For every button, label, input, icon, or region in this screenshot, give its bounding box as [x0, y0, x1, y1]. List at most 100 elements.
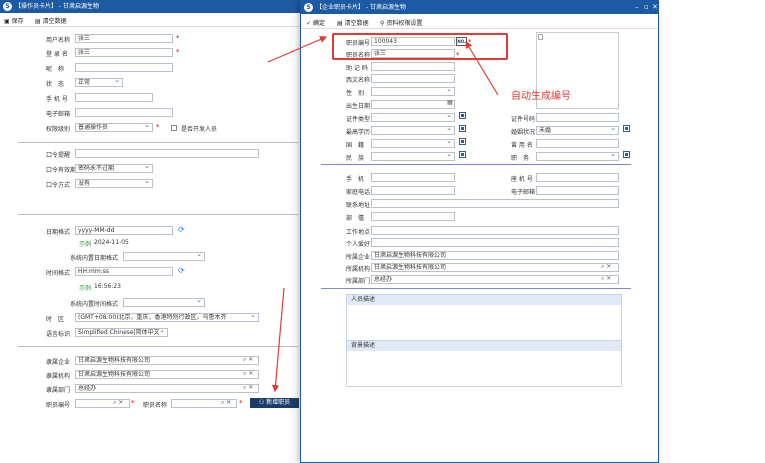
- timezone-label: 时 区: [46, 316, 65, 323]
- dev-checkbox[interactable]: [171, 125, 177, 131]
- perm-label: 权限级别: [46, 126, 71, 133]
- dept2-field[interactable]: [371, 212, 455, 221]
- usedname-field[interactable]: [536, 139, 619, 148]
- nickname-field[interactable]: [75, 63, 173, 72]
- idtype-select[interactable]: [371, 113, 455, 122]
- clear-icon: ▤: [337, 20, 343, 27]
- org-field[interactable]: 甘肃启源生物科技有限公司: [75, 370, 259, 379]
- broken-image-icon: [538, 34, 543, 40]
- date-format-field[interactable]: yyyy-MM-dd: [75, 226, 173, 235]
- new-employee-button[interactable]: ⚇ 新增职员: [250, 398, 299, 408]
- phone-field[interactable]: [75, 93, 153, 102]
- address-label: 联系地址: [346, 202, 371, 209]
- employee-dialog: S 【企业职员卡片】 - 甘肃启源生物 – ▫ ✕ ✓ 确定 ▤ 清空数据 ⚲ …: [300, 0, 659, 463]
- perm-settings-button[interactable]: ⚲ 资料权限设置: [380, 18, 422, 27]
- sys-date-select[interactable]: [123, 252, 205, 261]
- expand-icon[interactable]: [623, 125, 630, 132]
- landline-label: 座 机 号: [511, 176, 533, 183]
- email-label: 电子邮箱: [46, 111, 71, 118]
- timezone-select[interactable]: (GMT+08:00)北京，重庆，香港特别行政区，乌鲁木齐: [75, 313, 259, 322]
- email-label: 电子邮箱: [511, 189, 536, 196]
- gender-select[interactable]: [371, 87, 455, 96]
- search-icon[interactable]: ⌕ ✕: [243, 384, 253, 392]
- time-format-field[interactable]: HH:mm:ss: [75, 267, 173, 276]
- clear-data-button[interactable]: ▤ 清空数据: [35, 16, 67, 25]
- status-select[interactable]: 正常: [75, 78, 123, 87]
- mnemonic-field[interactable]: [371, 62, 455, 71]
- dept-field[interactable]: 总经办: [371, 275, 619, 284]
- required-mark: *: [131, 399, 135, 407]
- west-name-field[interactable]: [371, 74, 455, 83]
- edu-select[interactable]: [371, 126, 455, 135]
- nation-select[interactable]: [371, 139, 455, 148]
- phone-label: 手 机 号: [46, 96, 68, 103]
- refresh-icon[interactable]: ⟳: [178, 266, 185, 275]
- address-field[interactable]: [371, 199, 619, 208]
- post-label: 职 务: [511, 155, 530, 162]
- bg-header: 背景描述: [347, 341, 621, 351]
- pwd-valid-select[interactable]: 密码永不过期: [75, 164, 153, 173]
- workplace-field[interactable]: [371, 226, 619, 235]
- calendar-icon[interactable]: ▦: [447, 99, 453, 106]
- clear-icon: ▤: [35, 18, 41, 25]
- expand-icon[interactable]: [459, 138, 466, 145]
- refresh-icon[interactable]: ⟳: [178, 225, 185, 234]
- expand-icon[interactable]: [623, 151, 630, 158]
- language-select[interactable]: Simplified Chinese|简体中文: [75, 328, 168, 337]
- time-format-label: 时间格式: [46, 270, 71, 277]
- search-icon[interactable]: ⌕ ✕: [243, 370, 253, 378]
- idno-field[interactable]: [536, 113, 619, 122]
- sys-date-label: 系统内置日期格式: [70, 255, 119, 262]
- ethnic-select[interactable]: [371, 152, 455, 161]
- empno-label: 职员编号: [46, 402, 71, 409]
- clear-data-button[interactable]: ▤ 清空数据: [337, 18, 369, 27]
- ent-field[interactable]: 甘肃启源生物科技有限公司: [371, 251, 619, 260]
- username-field[interactable]: 张三: [75, 34, 173, 43]
- sys-time-label: 系统内置时间格式: [70, 301, 119, 308]
- org-field[interactable]: 甘肃启源生物科技有限公司: [371, 263, 619, 272]
- nickname-label: 昵 称: [46, 66, 65, 73]
- desc-textarea[interactable]: [347, 305, 621, 341]
- expand-icon[interactable]: [459, 125, 466, 132]
- landline-field[interactable]: [536, 173, 619, 182]
- expand-icon[interactable]: [459, 112, 466, 119]
- check-icon: ✓: [306, 20, 312, 27]
- perm-select[interactable]: 普通操作员: [75, 123, 153, 132]
- bg-textarea[interactable]: [347, 351, 621, 386]
- dialog-title: 【企业职员卡片】 - 甘肃启源生物: [316, 4, 406, 11]
- pwd-mode-select[interactable]: 没有: [75, 179, 153, 188]
- search-icon[interactable]: ⌕ ✕: [601, 275, 611, 283]
- mobile-label: 手 机: [346, 176, 365, 183]
- minimize-icon[interactable]: –: [635, 1, 639, 14]
- user-search-icon: ⚲: [380, 20, 385, 27]
- save-button[interactable]: ▣ 保存: [4, 16, 24, 25]
- birthday-field[interactable]: [371, 100, 455, 109]
- email-field[interactable]: [75, 108, 173, 117]
- add-user-icon: ⚇: [258, 399, 265, 406]
- username-label: 用户名称: [46, 37, 71, 44]
- login-field[interactable]: 张三: [75, 48, 173, 57]
- mobile-field[interactable]: [371, 173, 455, 182]
- marital-select[interactable]: 未婚: [536, 126, 619, 135]
- search-icon[interactable]: ⌕ ✕: [221, 399, 231, 407]
- annotation-text: 自动生成编号: [511, 91, 571, 102]
- sys-time-select[interactable]: [123, 298, 205, 307]
- confirm-button[interactable]: ✓ 确定: [306, 18, 325, 27]
- expand-icon[interactable]: [459, 151, 466, 158]
- dept-field[interactable]: 总经办: [75, 384, 259, 393]
- search-icon[interactable]: ⌕ ✕: [243, 356, 253, 364]
- mnemonic-label: 助 记 码: [346, 65, 368, 72]
- home-phone-field[interactable]: [371, 186, 455, 195]
- hobby-field[interactable]: [371, 238, 619, 247]
- arrow-to-new-employee: [271, 287, 285, 393]
- search-icon[interactable]: ⌕ ✕: [113, 399, 123, 407]
- app-logo-icon: S: [3, 2, 12, 11]
- search-icon[interactable]: ⌕ ✕: [601, 263, 611, 271]
- ent-field[interactable]: 甘肃启源生物科技有限公司: [75, 356, 259, 365]
- pwd-hint-field[interactable]: [75, 149, 259, 158]
- close-icon[interactable]: ✕: [652, 1, 658, 14]
- maximize-icon[interactable]: ▫: [644, 1, 649, 14]
- pwd-hint-label: 口令提醒: [46, 152, 71, 159]
- post-select[interactable]: [536, 152, 619, 161]
- email-field[interactable]: [536, 186, 619, 195]
